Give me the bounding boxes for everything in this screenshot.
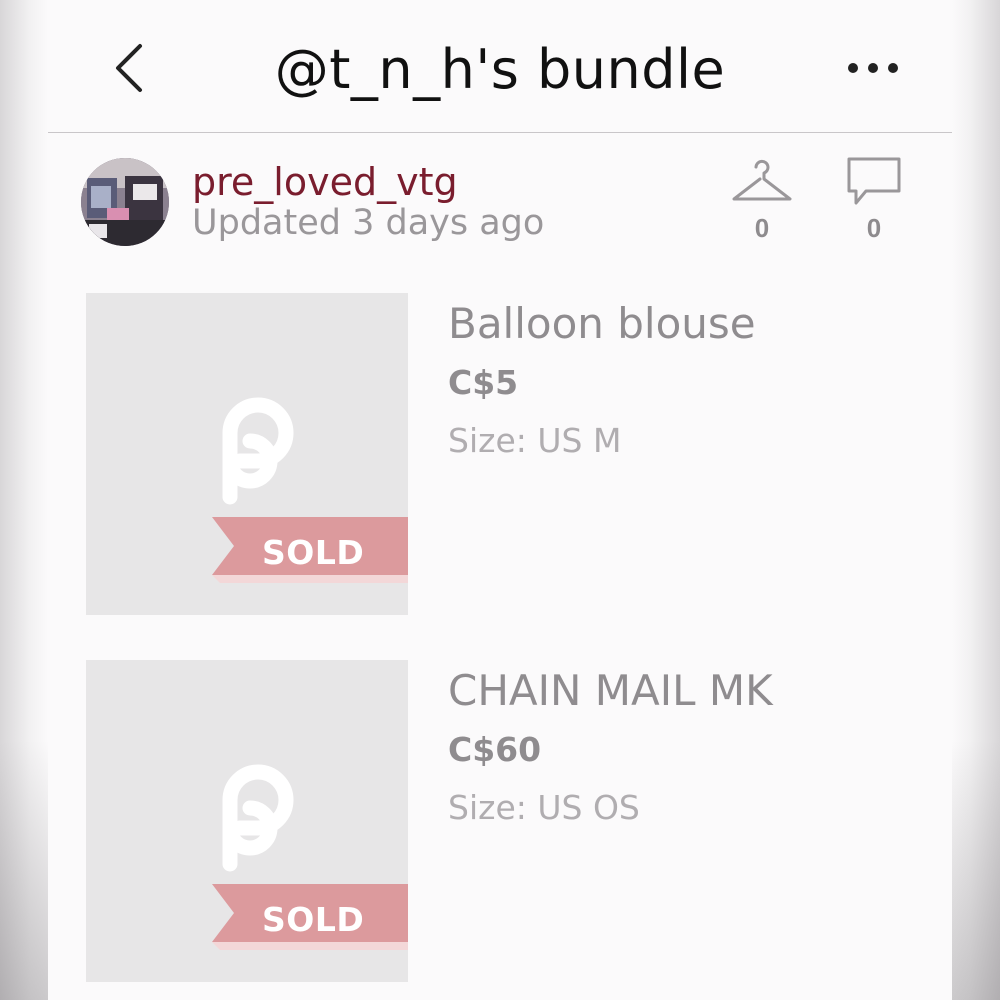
listing-size: Size: US M xyxy=(448,421,622,460)
more-options-button[interactable] xyxy=(844,55,904,81)
comments-count: 0 xyxy=(866,213,882,243)
hanger-icon xyxy=(732,159,792,201)
listing-thumbnail: SOLD xyxy=(86,293,408,615)
listing-price: C$60 xyxy=(448,730,542,769)
bundle-screen: @t_n_h's bundle pre_loved_vtg Updated 3 … xyxy=(48,0,952,1000)
seller-avatar[interactable] xyxy=(81,158,169,246)
updated-timestamp: Updated 3 days ago xyxy=(192,203,545,243)
listing-thumbnail: SOLD xyxy=(86,660,408,982)
listing-item[interactable]: SOLD CHAIN MAIL MK C$60 Size: US OS xyxy=(86,660,916,982)
sold-badge: SOLD xyxy=(262,900,365,939)
listing-title: CHAIN MAIL MK xyxy=(448,666,773,715)
likes-button[interactable]: 0 xyxy=(722,155,802,244)
listing-size: Size: US OS xyxy=(448,788,640,827)
sold-badge: SOLD xyxy=(262,533,365,572)
listing-price: C$5 xyxy=(448,363,519,402)
header-bar: @t_n_h's bundle xyxy=(48,0,952,133)
comments-button[interactable]: 0 xyxy=(834,155,914,244)
listing-title: Balloon blouse xyxy=(448,299,756,348)
more-horizontal-icon xyxy=(848,63,898,73)
likes-count: 0 xyxy=(754,213,770,243)
page-title: @t_n_h's bundle xyxy=(274,38,726,101)
avatar-photo xyxy=(81,158,169,246)
poshmark-logo-icon xyxy=(222,397,294,505)
comment-bubble-icon xyxy=(847,157,901,205)
listing-item[interactable]: SOLD Balloon blouse C$5 Size: US M xyxy=(86,293,916,615)
seller-username[interactable]: pre_loved_vtg xyxy=(192,160,458,204)
poshmark-logo-icon xyxy=(222,764,294,872)
